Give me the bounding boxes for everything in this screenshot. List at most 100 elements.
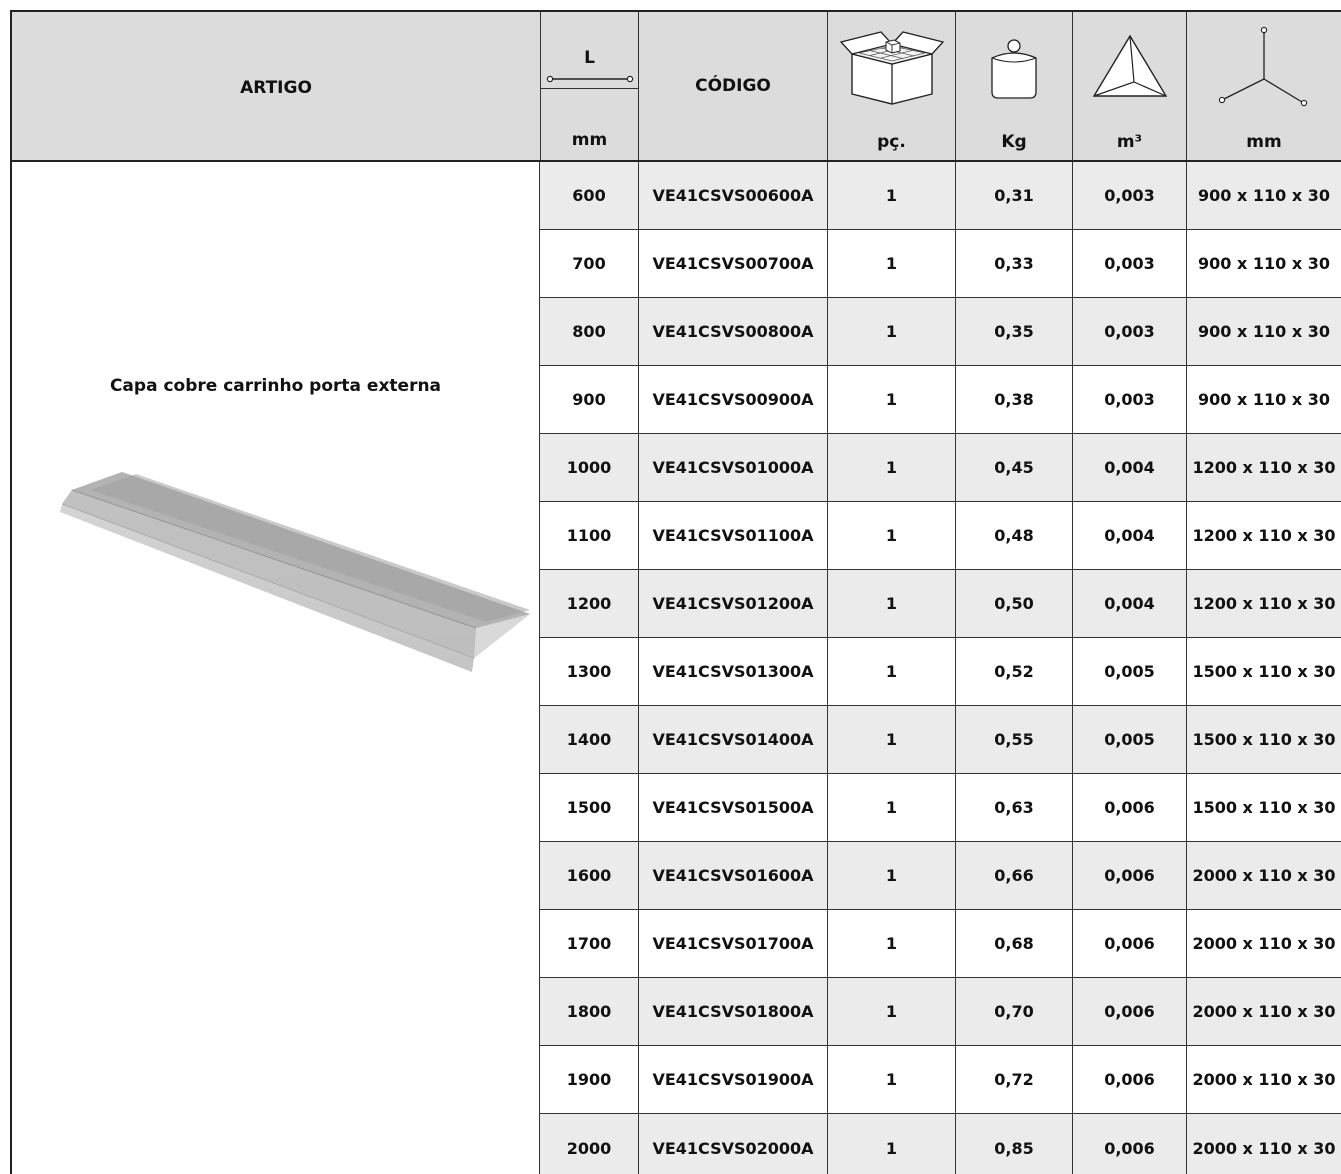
cell-weight: 0,48 xyxy=(955,502,1072,569)
cell-pieces: 1 xyxy=(827,162,955,229)
cell-volume: 0,004 xyxy=(1072,434,1186,501)
cell-code: VE41CSVS01900A xyxy=(638,1046,827,1113)
table-row: 1000 VE41CSVS01000A 1 0,45 0,004 1200 x 110 x… xyxy=(540,434,1341,502)
article-cell: Capa cobre carrinho porta externa xyxy=(10,162,540,1174)
cell-pieces: 1 xyxy=(827,298,955,365)
header-volume-unit: m³ xyxy=(1116,132,1143,152)
cell-volume: 0,004 xyxy=(1072,502,1186,569)
open-box-icon xyxy=(839,31,944,105)
cell-length: 1700 xyxy=(566,934,612,953)
cell-weight: 0,35 xyxy=(955,298,1072,365)
cell-length: 1400 xyxy=(566,730,612,749)
pyramid-volume-icon xyxy=(1092,34,1167,97)
spec-table: ARTIGO L mm CÓDIGO pç. Kg m³ mm Capa cob… xyxy=(10,10,1341,1174)
cell-weight: 0,33 xyxy=(955,230,1072,297)
cell-pieces: 1 xyxy=(827,978,955,1045)
cell-dimensions: 1200 x 110 x 30 xyxy=(1186,434,1341,501)
cell-code: VE41CSVS01400A xyxy=(638,706,827,773)
weight-jar-icon xyxy=(991,39,1037,99)
header-volume: m³ xyxy=(1072,12,1186,160)
cell-code: VE41CSVS01800A xyxy=(638,978,827,1045)
cell-length: 1500 xyxy=(566,798,612,817)
cell-weight: 0,55 xyxy=(955,706,1072,773)
table-row: 700 VE41CSVS00700A 1 0,33 0,003 900 x 110 x 3… xyxy=(540,230,1341,298)
cell-pieces: 1 xyxy=(827,842,955,909)
cell-weight: 0,70 xyxy=(955,978,1072,1045)
cell-dimensions: 2000 x 110 x 30 xyxy=(1186,1046,1341,1113)
cell-pieces: 1 xyxy=(827,230,955,297)
cell-code: VE41CSVS01500A xyxy=(638,774,827,841)
aluminium-profile-image xyxy=(60,472,530,672)
cell-pieces: 1 xyxy=(827,638,955,705)
cell-pieces: 1 xyxy=(827,1046,955,1113)
header-pieces: pç. xyxy=(827,12,955,160)
cell-pieces: 1 xyxy=(827,434,955,501)
cell-code: VE41CSVS01200A xyxy=(638,570,827,637)
cell-code: VE41CSVS00600A xyxy=(638,162,827,229)
cell-pieces: 1 xyxy=(827,502,955,569)
header-artigo: ARTIGO xyxy=(10,12,540,160)
cell-volume: 0,006 xyxy=(1072,774,1186,841)
three-axis-dimensions-icon xyxy=(1218,26,1308,107)
cell-dimensions: 900 x 110 x 30 xyxy=(1186,162,1341,229)
cell-volume: 0,003 xyxy=(1072,298,1186,365)
cell-length: 700 xyxy=(572,254,606,273)
cell-volume: 0,005 xyxy=(1072,706,1186,773)
cell-volume: 0,005 xyxy=(1072,638,1186,705)
table-row: 2000 VE41CSVS02000A 1 0,85 0,006 2000 x 110 x… xyxy=(540,1114,1341,1174)
article-name: Capa cobre carrinho porta externa xyxy=(109,376,442,396)
cell-weight: 0,50 xyxy=(955,570,1072,637)
table-row: 1900 VE41CSVS01900A 1 0,72 0,006 2000 x 110 x… xyxy=(540,1046,1341,1114)
cell-weight: 0,63 xyxy=(955,774,1072,841)
header-dimensions: mm xyxy=(1186,12,1341,160)
cell-pieces: 1 xyxy=(827,366,955,433)
cell-code: VE41CSVS01100A xyxy=(638,502,827,569)
table-row: 1600 VE41CSVS01600A 1 0,66 0,006 2000 x 110 x… xyxy=(540,842,1341,910)
header-pieces-unit: pç. xyxy=(877,132,906,152)
cell-volume: 0,006 xyxy=(1072,842,1186,909)
cell-volume: 0,003 xyxy=(1072,366,1186,433)
cell-weight: 0,52 xyxy=(955,638,1072,705)
table-row: 1400 VE41CSVS01400A 1 0,55 0,005 1500 x 110 x… xyxy=(540,706,1341,774)
cell-length: 1100 xyxy=(566,526,612,545)
table-header: ARTIGO L mm CÓDIGO pç. Kg m³ mm xyxy=(10,10,1341,162)
cell-length: 1200 xyxy=(566,594,612,613)
cell-length: 1800 xyxy=(566,1002,612,1021)
cell-dimensions: 1500 x 110 x 30 xyxy=(1186,706,1341,773)
cell-length: 1300 xyxy=(566,662,612,681)
cell-weight: 0,31 xyxy=(955,162,1072,229)
header-weight-unit: Kg xyxy=(1001,132,1027,152)
cell-length: 900 xyxy=(572,390,606,409)
cell-volume: 0,006 xyxy=(1072,978,1186,1045)
cell-pieces: 1 xyxy=(827,570,955,637)
header-length: L mm xyxy=(540,12,638,160)
cell-weight: 0,66 xyxy=(955,842,1072,909)
cell-pieces: 1 xyxy=(827,706,955,773)
cell-volume: 0,006 xyxy=(1072,1046,1186,1113)
cell-code: VE41CSVS01600A xyxy=(638,842,827,909)
table-row: 900 VE41CSVS00900A 1 0,38 0,003 900 x 110 x 3… xyxy=(540,366,1341,434)
cell-code: VE41CSVS01700A xyxy=(638,910,827,977)
header-length-divider xyxy=(541,88,638,89)
cell-weight: 0,72 xyxy=(955,1046,1072,1113)
header-length-unit: mm xyxy=(571,130,608,150)
cell-code: VE41CSVS01300A xyxy=(638,638,827,705)
header-codigo: CÓDIGO xyxy=(638,12,827,160)
table-row: 1500 VE41CSVS01500A 1 0,63 0,006 1500 x 110 x… xyxy=(540,774,1341,842)
cell-dimensions: 2000 x 110 x 30 xyxy=(1186,842,1341,909)
cell-code: VE41CSVS01000A xyxy=(638,434,827,501)
cell-weight: 0,85 xyxy=(955,1114,1072,1174)
cell-length: 800 xyxy=(572,322,606,341)
cell-pieces: 1 xyxy=(827,774,955,841)
length-ruler-icon xyxy=(546,75,633,83)
table-row: 1100 VE41CSVS01100A 1 0,48 0,004 1200 x 110 x… xyxy=(540,502,1341,570)
cell-dimensions: 900 x 110 x 30 xyxy=(1186,230,1341,297)
cell-volume: 0,004 xyxy=(1072,570,1186,637)
header-length-symbol: L xyxy=(584,48,595,68)
header-codigo-label: CÓDIGO xyxy=(695,76,771,96)
cell-volume: 0,003 xyxy=(1072,230,1186,297)
cell-dimensions: 900 x 110 x 30 xyxy=(1186,298,1341,365)
cell-dimensions: 1200 x 110 x 30 xyxy=(1186,502,1341,569)
cell-dimensions: 2000 x 110 x 30 xyxy=(1186,978,1341,1045)
cell-code: VE41CSVS02000A xyxy=(638,1114,827,1174)
